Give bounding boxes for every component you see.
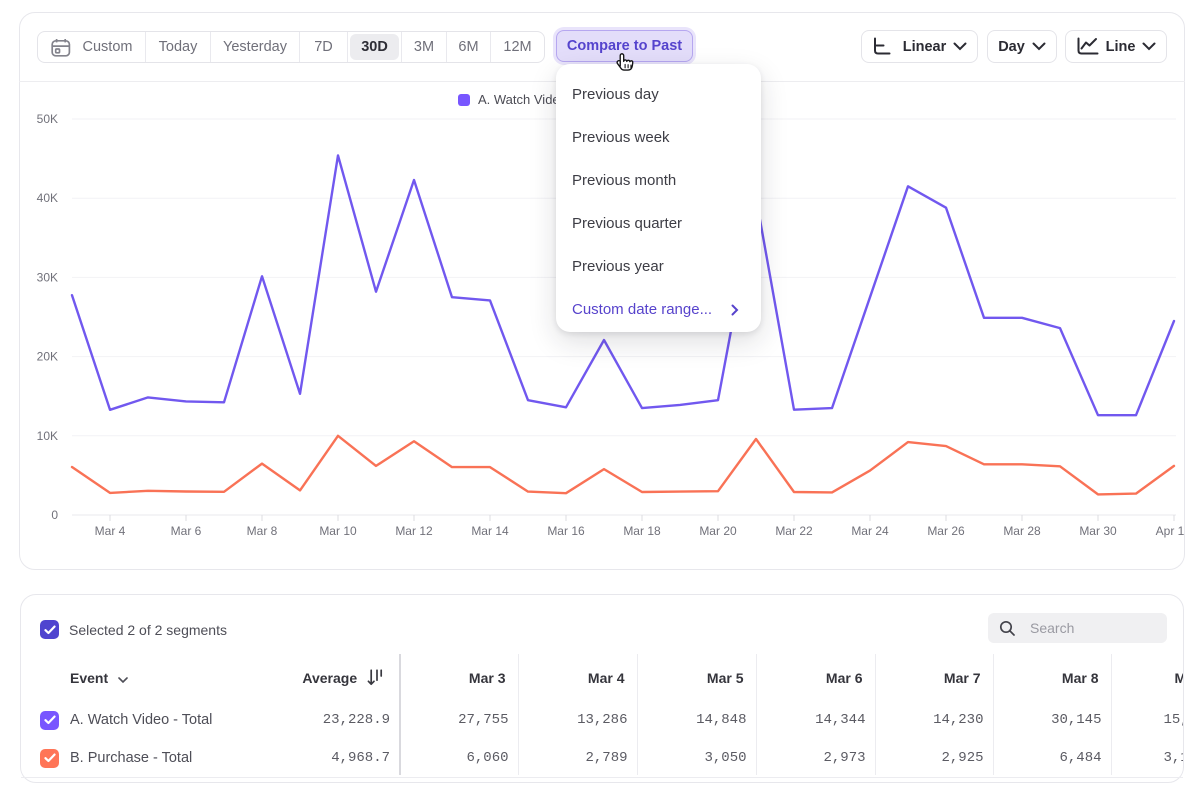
svg-text:Mar 12: Mar 12 — [395, 524, 433, 538]
svg-text:40K: 40K — [37, 191, 58, 205]
svg-text:Mar 24: Mar 24 — [851, 524, 889, 538]
svg-text:Apr 1: Apr 1 — [1156, 524, 1185, 538]
svg-text:Mar 22: Mar 22 — [775, 524, 813, 538]
svg-text:30K: 30K — [37, 270, 58, 284]
svg-text:Mar 14: Mar 14 — [471, 524, 509, 538]
svg-text:Mar 10: Mar 10 — [319, 524, 357, 538]
svg-text:10K: 10K — [37, 429, 58, 443]
svg-text:Mar 8: Mar 8 — [247, 524, 278, 538]
svg-text:Mar 30: Mar 30 — [1079, 524, 1117, 538]
svg-text:50K: 50K — [37, 112, 58, 126]
svg-text:Mar 26: Mar 26 — [927, 524, 965, 538]
svg-text:Mar 4: Mar 4 — [95, 524, 126, 538]
svg-text:Mar 28: Mar 28 — [1003, 524, 1041, 538]
svg-text:Mar 20: Mar 20 — [699, 524, 737, 538]
svg-text:Mar 18: Mar 18 — [623, 524, 661, 538]
svg-text:Mar 16: Mar 16 — [547, 524, 585, 538]
svg-text:20K: 20K — [37, 350, 58, 364]
svg-text:Mar 6: Mar 6 — [171, 524, 202, 538]
svg-text:0: 0 — [51, 508, 58, 522]
